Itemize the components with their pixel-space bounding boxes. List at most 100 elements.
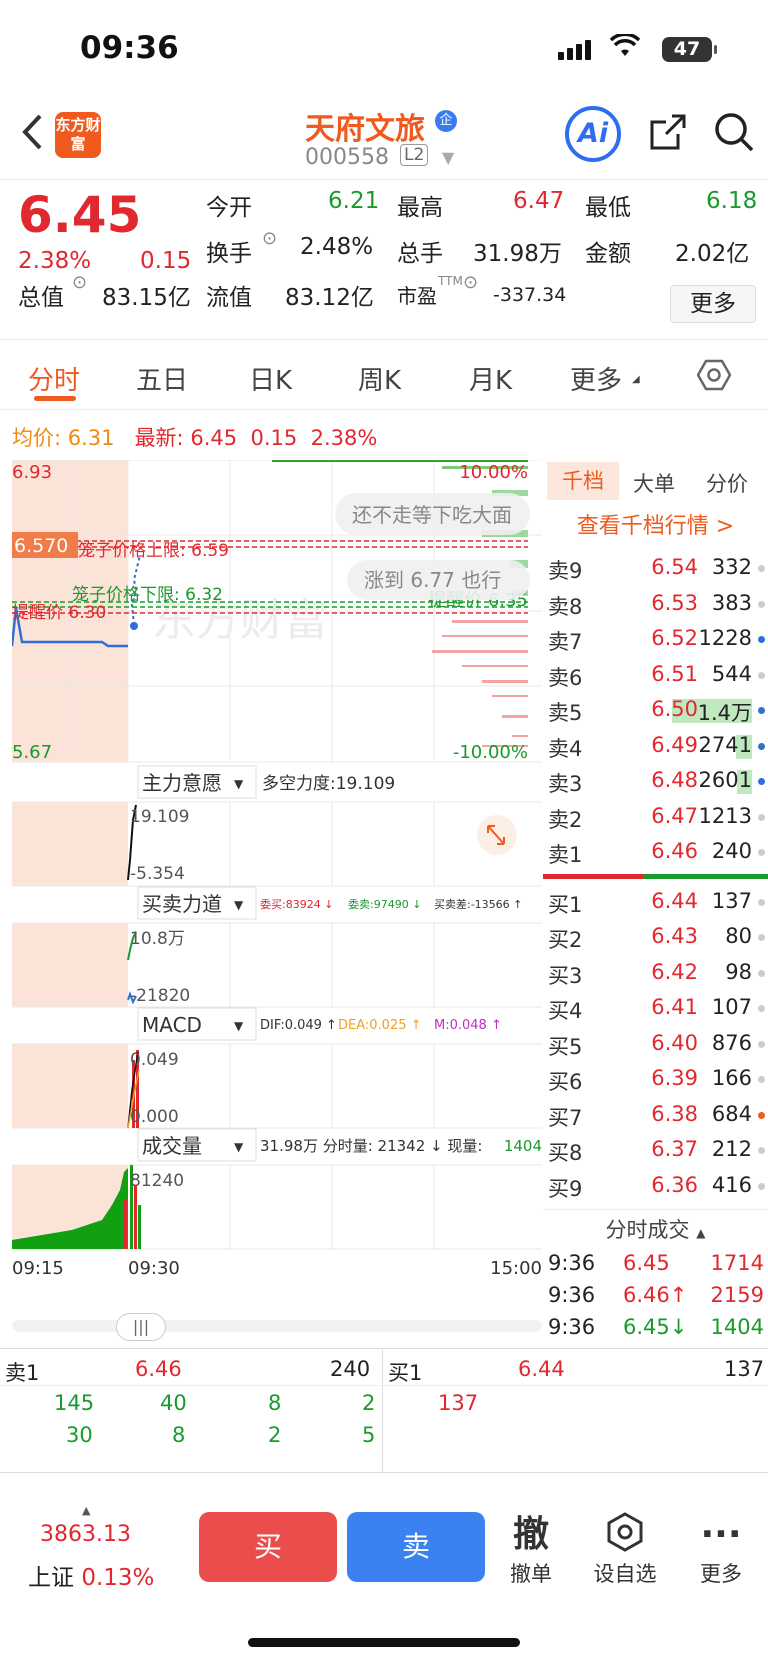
cage-lower-label: 笼子价格下限: 6.32 <box>72 585 223 605</box>
tab-monthly-k[interactable]: 月K <box>469 360 512 397</box>
chevron-down-icon[interactable]: ▼ <box>442 148 454 167</box>
dot-icon <box>758 565 765 572</box>
index-name[interactable]: 上证 0.13% <box>28 1558 154 1592</box>
bid-label: 买1 <box>548 892 583 917</box>
indicator-2-sell: 委卖:97490 ↓ <box>348 898 421 911</box>
sell-queue-item: 40 <box>160 1391 187 1415</box>
cancel-order-button[interactable]: 撤 撤单 <box>496 1512 566 1588</box>
stock-name: 天府文旅 <box>305 112 425 147</box>
tab-more[interactable]: 更多 <box>570 360 622 397</box>
ask-row[interactable]: 卖1 6.46 240 <box>543 834 768 870</box>
indicator-3-bottom: 0.000 <box>130 1107 179 1127</box>
tick-list: 9:36 6.45 1714 9:36 6.46↑ 2159 9:36 6.45↓ 1404 <box>543 1249 768 1345</box>
info-icon[interactable]: ⊙ <box>72 272 87 293</box>
bid-row[interactable]: 买1 6.44 137 <box>543 884 768 920</box>
share-icon[interactable] <box>648 112 688 152</box>
bid-volume: 98 <box>725 959 752 984</box>
ask-volume: 1.4万 <box>697 701 752 725</box>
ask-row[interactable]: 卖5 6.50 1.4万 <box>543 692 768 728</box>
bottom-bar: ▲ 3863.13 上证 0.13% 买 卖 撤 撤单 设自选 ··· 更多 <box>0 1500 768 1610</box>
chart-scrollbar[interactable] <box>12 1320 542 1332</box>
info-icon[interactable]: ⊙ <box>262 228 277 249</box>
home-indicator[interactable] <box>248 1638 520 1647</box>
tick-title[interactable]: 分时成交 ▲ <box>543 1209 768 1249</box>
ask-row[interactable]: 卖6 6.51 544 <box>543 657 768 693</box>
indicator-2-top: 10.8万 <box>130 929 185 949</box>
ask-row[interactable]: 卖7 6.52 1228 <box>543 621 768 657</box>
open-label: 今开 <box>206 195 252 221</box>
float-label: 流值 <box>206 285 252 311</box>
dot-icon <box>758 1182 765 1190</box>
tab-intraday[interactable]: 分时 <box>28 360 80 397</box>
indicator-2-buy: 委买:83924 ↓ <box>260 898 333 911</box>
bid-row[interactable]: 买8 6.37 212 <box>543 1132 768 1168</box>
tab-price-volume[interactable]: 分价 <box>706 468 748 498</box>
bid-row[interactable]: 买2 6.43 80 <box>543 919 768 955</box>
tick-price: 6.45↓ <box>623 1315 688 1339</box>
tab-depth[interactable]: 千档 <box>547 462 619 500</box>
bid-row[interactable]: 买5 6.40 876 <box>543 1026 768 1062</box>
scroll-handle[interactable]: ||| <box>116 1313 166 1341</box>
more-button[interactable]: 更多 <box>670 285 756 323</box>
bid-volume: 80 <box>725 924 752 948</box>
buy-button[interactable]: 买 <box>199 1512 337 1582</box>
sell-button[interactable]: 卖 <box>347 1512 485 1582</box>
bid-price: 6.44 <box>651 888 698 913</box>
more-menu-button[interactable]: ··· 更多 <box>686 1512 756 1588</box>
comment-1-text: 还不走等下吃大面 <box>352 503 512 527</box>
ask-label: 卖3 <box>548 772 583 796</box>
back-icon[interactable] <box>20 112 44 162</box>
ask-row[interactable]: 卖4 6.49 2741 <box>543 728 768 764</box>
add-watchlist-button[interactable]: 设自选 <box>590 1512 660 1588</box>
chevron-down-icon: ▼ <box>234 1140 244 1154</box>
detail-buy-vol: 137 <box>724 1357 765 1381</box>
tick-volume: 2159 <box>710 1283 764 1307</box>
bid-price: 6.43 <box>651 924 698 948</box>
cancel-label: 撤单 <box>510 1562 552 1586</box>
bid-row[interactable]: 买4 6.41 107 <box>543 990 768 1026</box>
more-dots-icon: ··· <box>700 1514 742 1555</box>
bid-row[interactable]: 买7 6.38 684 <box>543 1097 768 1133</box>
level-badge[interactable]: L2 <box>400 144 429 166</box>
ask-row[interactable]: 卖3 6.48 2601 <box>543 763 768 799</box>
ask-row[interactable]: 卖9 6.54 332 <box>543 550 768 586</box>
tick-time: 9:36 <box>548 1251 596 1275</box>
buy-queue-item: 137 <box>438 1391 479 1415</box>
avg-label: 均价: <box>12 426 62 450</box>
bid-label: 买6 <box>548 1070 583 1094</box>
bid-row[interactable]: 买9 6.36 416 <box>543 1168 768 1204</box>
ask-price: 6.49 <box>651 732 698 757</box>
bid-row[interactable]: 买3 6.42 98 <box>543 955 768 991</box>
tick-time: 9:36 <box>548 1315 596 1339</box>
pe-value: -337.34 <box>493 284 567 306</box>
ask-label: 卖8 <box>548 594 583 619</box>
bid-price: 6.42 <box>651 959 698 984</box>
ai-button[interactable]: Ai <box>565 106 621 162</box>
mcap-label: 总值 <box>18 285 64 311</box>
ask-row[interactable]: 卖8 6.53 383 <box>543 586 768 622</box>
gear-icon[interactable] <box>696 358 732 392</box>
sell-queue-item: 2 <box>268 1423 282 1447</box>
tab-weekly-k[interactable]: 周K <box>358 360 401 397</box>
bid-row[interactable]: 买6 6.39 166 <box>543 1061 768 1097</box>
ask-row[interactable]: 卖2 6.47 1213 <box>543 799 768 835</box>
ask-label: 卖1 <box>548 843 583 867</box>
tab-large-order[interactable]: 大单 <box>633 468 675 498</box>
bid-label: 买2 <box>548 928 583 952</box>
search-icon[interactable] <box>712 110 756 154</box>
dot-icon <box>758 600 765 608</box>
macd-dif: DIF:0.049 ↑ <box>260 1018 337 1033</box>
intraday-chart[interactable]: 东方财富 6.93 5.67 10.00% -10.00% 6.570 笼子价格… <box>12 460 542 1290</box>
index-value[interactable]: 3863.13 <box>40 1522 131 1547</box>
tab-five-day[interactable]: 五日 <box>136 360 188 397</box>
bid-volume: 107 <box>711 995 752 1019</box>
clock: 09:36 <box>80 30 179 66</box>
depth-link[interactable]: 查看千档行情 > <box>543 504 768 550</box>
ask-price: 6.51 <box>651 661 698 686</box>
tab-daily-k[interactable]: 日K <box>249 360 292 397</box>
info-icon[interactable]: ⊙ <box>463 272 478 293</box>
chevron-up-icon[interactable]: ▲ <box>82 1504 90 1517</box>
indicator-1-info: 多空力度:19.109 <box>262 774 395 794</box>
turnover-label: 换手 <box>206 241 252 267</box>
bid-price: 6.36 <box>651 1172 698 1197</box>
